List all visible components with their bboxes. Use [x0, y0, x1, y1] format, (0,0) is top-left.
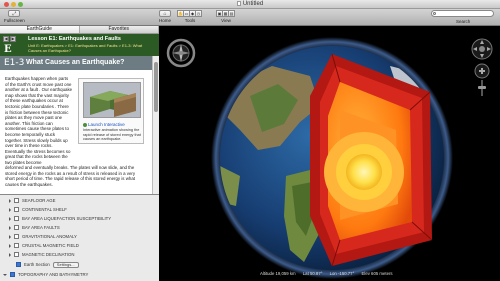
layer-checkbox[interactable]: [14, 234, 19, 239]
launch-interactive-link[interactable]: Launch Interactive: [83, 122, 125, 127]
topography-checkbox[interactable]: [10, 272, 15, 277]
layer-checkbox[interactable]: [14, 252, 19, 257]
lesson-content: E1-3 What Causes an Earthquake? Earthqua…: [0, 56, 152, 206]
home-label: Home: [159, 18, 172, 23]
section-header: E1-3 What Causes an Earthquake?: [0, 56, 152, 70]
topography-layer-item[interactable]: TOPOGRAPHY AND BATHYMETRY: [3, 271, 88, 278]
disclosure-triangle-icon[interactable]: [9, 252, 11, 257]
panel-view-icon[interactable]: ▤: [228, 10, 235, 17]
settings-button[interactable]: Settings...: [52, 261, 79, 268]
content-scrollbar[interactable]: [152, 56, 159, 206]
tools-label: Tools: [184, 18, 196, 23]
compass-icon: [166, 38, 196, 68]
layer-label: MAGNETIC DECLINATION: [22, 252, 75, 257]
fullscreen-button[interactable]: ⤢ Fullscreen: [4, 10, 25, 23]
layer-item[interactable]: GRAVITATIONAL ANOMALY: [9, 233, 77, 240]
layer-item[interactable]: CONTINENTAL SHELF: [9, 206, 67, 213]
tab-earthguide[interactable]: EarthGuide: [0, 26, 80, 33]
earth-section-label: Earth Section: [24, 262, 50, 267]
disclosure-triangle-icon[interactable]: [9, 243, 11, 248]
compass-control[interactable]: [166, 38, 196, 70]
topography-label: TOPOGRAPHY AND BATHYMETRY: [18, 272, 89, 277]
clock-tool-icon[interactable]: ◷: [195, 10, 202, 17]
section-title: What Causes an Earthquake?: [26, 59, 125, 66]
altitude-readout: Altitude 19,059 km: [260, 271, 296, 276]
home-icon: ⌂: [159, 10, 171, 17]
layer-checkbox[interactable]: [14, 225, 19, 230]
fullscreen-icon: ⤢: [8, 10, 21, 17]
layer-label: SEAFLOOR AGE: [22, 198, 56, 203]
disclosure-triangle-icon[interactable]: [9, 225, 11, 230]
lesson-title: Lesson E1: Earthquakes and Faults: [28, 36, 121, 42]
layer-label: CONTINENTAL SHELF: [22, 207, 67, 212]
navigation-control[interactable]: [470, 38, 494, 104]
disclosure-triangle-icon[interactable]: [9, 234, 11, 239]
layer-item[interactable]: SEAFLOOR AGE: [9, 197, 55, 204]
disclosure-triangle-icon[interactable]: [3, 273, 7, 276]
fullscreen-label: Fullscreen: [4, 18, 25, 23]
disclosure-triangle-icon[interactable]: [9, 216, 11, 221]
search-label: Search: [456, 19, 471, 24]
layer-checkbox[interactable]: [14, 198, 19, 203]
layer-label: BAY AREA FAULTS: [22, 225, 60, 230]
navigation-icon: [471, 38, 493, 96]
search-input[interactable]: [431, 10, 494, 17]
search-icon: [433, 12, 436, 15]
window-title: Untitled: [0, 1, 500, 7]
history-buttons: ◀ ▶: [3, 36, 16, 42]
layer-checkbox[interactable]: [14, 207, 19, 212]
section-number: E1-3: [4, 58, 25, 68]
earth-section-cutaway: [310, 53, 433, 267]
tools-segmented: ✋ ▭ ◆ ◷: [177, 10, 202, 17]
layer-item[interactable]: BAY AREA LIQUEFACTION SUSCEPTIBILITY: [9, 215, 111, 222]
earth-section-checkbox[interactable]: [16, 262, 21, 267]
layer-label: BAY AREA LIQUEFACTION SUSCEPTIBILITY: [22, 216, 112, 221]
tools-control[interactable]: ✋ ▭ ◆ ◷ Tools: [177, 10, 202, 23]
layer-checkbox[interactable]: [14, 216, 19, 221]
layer-label: CRUSTAL MAGNETIC FIELD: [22, 243, 79, 248]
layer-item[interactable]: CRUSTAL MAGNETIC FIELD: [9, 242, 79, 249]
elevation-readout: Elev 605 meters: [361, 271, 393, 276]
layer-item[interactable]: MAGNETIC DECLINATION: [9, 251, 74, 258]
lesson-breadcrumb[interactable]: Unit E: Earthquakes > E1: Earthquakes an…: [28, 43, 156, 53]
longitude-readout: Lon -150.77°: [329, 271, 355, 276]
title-bar: Untitled: [0, 0, 500, 9]
interactive-thumbnail[interactable]: [83, 82, 141, 118]
globe-viewport[interactable]: Altitude 19,059 km Lat 50.87° Lon -150.7…: [160, 26, 500, 281]
fault-block-illustration: [84, 83, 140, 117]
view-label: View: [221, 18, 231, 23]
layers-panel: SEAFLOOR AGE CONTINENTAL SHELF BAY AREA …: [0, 194, 159, 281]
globe-render: [211, 37, 453, 279]
layer-item[interactable]: BAY AREA FAULTS: [9, 224, 60, 231]
disclosure-triangle-icon[interactable]: [9, 207, 11, 212]
back-arrow-icon[interactable]: ◀: [3, 36, 9, 42]
lesson-header: ◀ ▶ E Lesson E1: Earthquakes and Faults …: [0, 34, 159, 56]
interactive-card: Launch Interactive Interactive animation…: [78, 78, 144, 144]
tab-favorites[interactable]: Favorites: [80, 26, 159, 33]
lesson-body-text: Earthquakes happen when parts of the Ear…: [5, 76, 73, 165]
lesson-body-text-continued: deformed and eventually breaks. The plat…: [5, 165, 136, 187]
document-icon: [236, 1, 241, 6]
launch-label: Launch Interactive: [88, 122, 125, 127]
window-title-text: Untitled: [242, 1, 264, 7]
toolbar: ⤢ Fullscreen ⌂ Home ✋ ▭ ◆ ◷ Tools ▣ ▦ ▤ …: [0, 9, 500, 26]
sidebar: EarthGuide Favorites ◀ ▶ E Lesson E1: Ea…: [0, 26, 159, 281]
sidebar-tabs: EarthGuide Favorites: [0, 26, 159, 34]
launch-icon: [83, 122, 87, 127]
view-segmented: ▣ ▦ ▤: [216, 10, 235, 17]
view-control[interactable]: ▣ ▦ ▤ View: [216, 10, 235, 23]
earth-section-item[interactable]: Earth Section Settings...: [16, 261, 79, 268]
layer-label: GRAVITATIONAL ANOMALY: [22, 234, 77, 239]
interactive-caption: Interactive animation showing the rapid …: [83, 128, 141, 142]
home-button[interactable]: ⌂ Home: [159, 10, 171, 23]
forward-arrow-icon[interactable]: ▶: [10, 36, 16, 42]
status-bar: Altitude 19,059 km Lat 50.87° Lon -150.7…: [260, 271, 399, 276]
earthguide-logo: E: [4, 44, 12, 55]
layer-checkbox[interactable]: [14, 243, 19, 248]
scrollbar-thumb[interactable]: [154, 62, 158, 112]
disclosure-triangle-icon[interactable]: [9, 198, 11, 203]
latitude-readout: Lat 50.87°: [302, 271, 323, 276]
